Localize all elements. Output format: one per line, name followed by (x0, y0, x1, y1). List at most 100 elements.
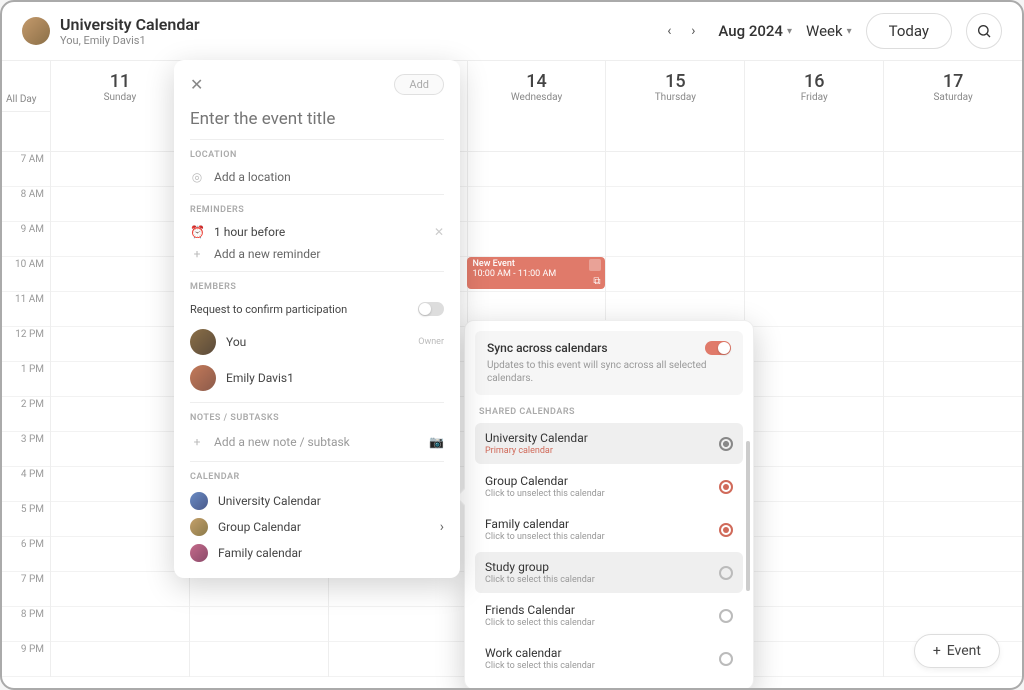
plus-icon: + (190, 247, 204, 261)
event-title-input[interactable] (190, 105, 444, 140)
hour-label: 7 AM (2, 152, 50, 187)
add-reminder-label: Add a new reminder (214, 247, 444, 261)
location-row[interactable]: ◎ Add a location (190, 166, 444, 188)
next-arrow[interactable]: › (682, 20, 704, 42)
member-row[interactable]: You Owner (190, 324, 444, 360)
plus-icon: + (190, 435, 204, 449)
allday-cell[interactable] (744, 112, 883, 151)
plus-icon: + (933, 643, 941, 659)
calendar-name: University Calendar (218, 494, 321, 508)
grid-col[interactable] (883, 152, 1022, 677)
shared-calendar-item[interactable]: Family calendarClick to unselect this ca… (475, 509, 743, 550)
allday-cell[interactable] (883, 112, 1022, 151)
sync-title: Sync across calendars (487, 341, 608, 355)
hour-label: 2 PM (2, 397, 50, 432)
close-button[interactable]: ✕ (190, 75, 203, 94)
event-block[interactable]: New Event 10:00 AM - 11:00 AM ⧉ (467, 257, 605, 289)
shared-calendar-item[interactable]: University CalendarPrimary calendar (475, 423, 743, 464)
member-row[interactable]: Emily Davis1 (190, 360, 444, 396)
calendar-members-summary: You, Emily Davis1 (60, 34, 658, 47)
section-calendar: CALENDAR (190, 472, 444, 482)
grid-col[interactable] (744, 152, 883, 677)
allday-cell[interactable] (467, 112, 606, 151)
radio-button[interactable] (719, 609, 733, 623)
calendar-row-expandable[interactable]: Group Calendar › (190, 514, 444, 540)
calendar-title: University Calendar (60, 15, 658, 34)
radio-button[interactable] (719, 566, 733, 580)
avatar (190, 365, 216, 391)
month-picker[interactable]: Aug 2024 ▾ (718, 22, 792, 40)
day-col-fri[interactable]: 16Friday (744, 61, 883, 112)
allday-cell[interactable] (50, 112, 189, 151)
hour-label: 7 PM (2, 572, 50, 607)
calendar-row[interactable]: University Calendar (190, 488, 444, 514)
hour-label: 1 PM (2, 362, 50, 397)
day-col-sat[interactable]: 17Saturday (883, 61, 1022, 112)
camera-icon[interactable]: 📷 (429, 435, 444, 449)
new-event-button[interactable]: + Event (914, 634, 1000, 668)
radio-button[interactable] (719, 652, 733, 666)
confirm-participation-label: Request to confirm participation (190, 303, 347, 316)
shared-calendar-name: Group Calendar (485, 474, 605, 488)
shared-calendar-sub: Click to select this calendar (485, 661, 595, 671)
section-members: MEMBERS (190, 282, 444, 292)
remove-reminder-button[interactable]: ✕ (434, 225, 444, 239)
chevron-right-icon: › (440, 519, 444, 535)
sync-badge-icon: ⧉ (593, 276, 600, 287)
shared-calendars-label: SHARED CALENDARS (475, 403, 743, 423)
sync-subtitle: Updates to this event will sync across a… (487, 359, 731, 385)
radio-button[interactable] (719, 480, 733, 494)
calendar-name: Family calendar (218, 546, 302, 560)
shared-calendar-item[interactable]: Friends CalendarClick to select this cal… (475, 595, 743, 636)
hour-label: 9 AM (2, 222, 50, 257)
notes-placeholder: Add a new note / subtask (214, 435, 419, 449)
allday-row (2, 112, 1022, 152)
sync-toggle[interactable] (705, 341, 731, 355)
member-name: You (226, 335, 408, 349)
shared-calendar-item[interactable]: Study groupClick to select this calendar (475, 552, 743, 593)
calendar-color-dot (190, 492, 208, 510)
shared-calendar-item[interactable]: Work calendarClick to select this calend… (475, 638, 743, 679)
header: University Calendar You, Emily Davis1 ‹ … (2, 2, 1022, 60)
location-placeholder: Add a location (214, 170, 444, 184)
shared-calendar-item[interactable]: Group CalendarClick to unselect this cal… (475, 466, 743, 507)
fab-label: Event (947, 643, 981, 659)
shared-calendar-name: Family calendar (485, 517, 605, 531)
calendar-avatar (22, 17, 50, 45)
confirm-participation-toggle[interactable] (418, 302, 444, 316)
section-reminders: REMINDERS (190, 205, 444, 215)
allday-cell[interactable] (605, 112, 744, 151)
hours-column: 7 AM8 AM9 AM10 AM11 AM12 PM1 PM2 PM3 PM4… (2, 152, 50, 677)
radio-button[interactable] (719, 437, 733, 451)
hour-label: 4 PM (2, 467, 50, 502)
hour-label: 10 AM (2, 257, 50, 292)
reminder-value: 1 hour before (214, 225, 424, 239)
shared-calendar-sub: Click to unselect this calendar (485, 489, 605, 499)
grid-col[interactable] (50, 152, 189, 677)
radio-button[interactable] (719, 523, 733, 537)
day-col-sun[interactable]: 11Sunday (50, 61, 189, 112)
calendar-row[interactable]: Family calendar (190, 540, 444, 566)
day-col-thu[interactable]: 15Thursday (605, 61, 744, 112)
shared-calendar-sub: Click to unselect this calendar (485, 532, 605, 542)
view-picker[interactable]: Week ▾ (806, 22, 852, 40)
shared-calendar-sub: Primary calendar (485, 446, 588, 456)
add-note-row[interactable]: + Add a new note / subtask 📷 (190, 429, 444, 455)
shared-calendar-name: Work calendar (485, 646, 595, 660)
hour-label: 6 PM (2, 537, 50, 572)
sync-box: Sync across calendars Updates to this ev… (475, 331, 743, 395)
shared-calendar-name: Friends Calendar (485, 603, 595, 617)
reminder-row[interactable]: ⏰ 1 hour before ✕ (190, 221, 444, 243)
hour-label: 8 AM (2, 187, 50, 222)
member-role: Owner (418, 337, 444, 347)
day-col-wed[interactable]: 14Wednesday (467, 61, 606, 112)
calendar-color-dot (190, 544, 208, 562)
add-button[interactable]: Add (394, 74, 444, 95)
prev-arrow[interactable]: ‹ (658, 20, 680, 42)
shared-calendar-sub: Click to select this calendar (485, 618, 595, 628)
search-button[interactable] (966, 13, 1002, 49)
shared-calendars-list: University CalendarPrimary calendarGroup… (475, 423, 743, 679)
today-button[interactable]: Today (866, 13, 952, 49)
add-reminder-row[interactable]: + Add a new reminder (190, 243, 444, 265)
scrollbar[interactable] (746, 441, 750, 591)
